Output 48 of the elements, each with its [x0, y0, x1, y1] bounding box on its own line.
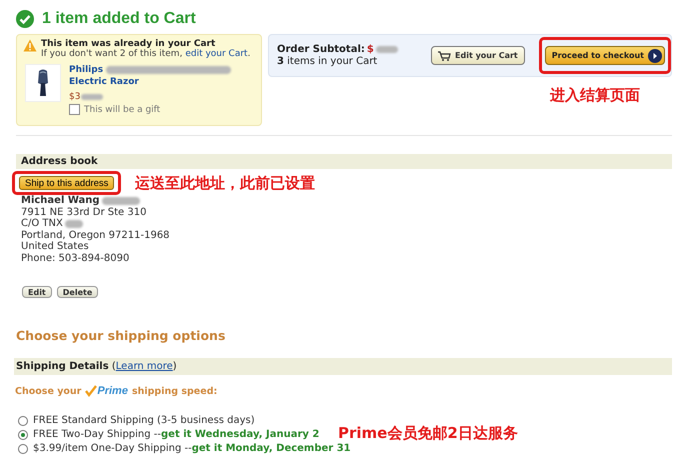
shipping-option-label: FREE Standard Shipping (3-5 business days) [33, 415, 255, 426]
prime-prompt: shipping speed: [132, 386, 218, 396]
edit-cart-link[interactable]: edit your Cart [185, 49, 248, 59]
product-price: $3 [69, 92, 80, 102]
notice-title: This item was already in your Cart [41, 39, 216, 49]
address-line: C/O TNX [21, 218, 63, 230]
address-book-header: Address book [16, 154, 672, 169]
address-line: 7911 NE 33rd Dr Ste 310 [21, 206, 146, 218]
annotation-text: 进入结算页面 [550, 86, 640, 105]
next-icon [648, 48, 662, 62]
notice-text: If you don't want 2 of this item, edit your Cart. [41, 49, 250, 59]
check-icon [16, 10, 34, 28]
cart-count: 3 items in your Cart [277, 56, 378, 68]
address-line: Phone: 503-894-8090 [21, 252, 130, 264]
shipping-option-label: $3.99/item One-Day Shipping --get it Monday, December 31 [33, 443, 351, 454]
blur-mark [81, 94, 104, 100]
address-action-button[interactable]: Delete [56, 286, 98, 298]
prime-logo: Prime [85, 385, 128, 397]
blur-mark [102, 196, 140, 205]
gift-checkbox[interactable] [69, 104, 80, 115]
annotation-text: 运送至此地址，此前已设置 [135, 174, 315, 193]
blur-mark [64, 220, 83, 228]
address-line: United States [21, 241, 89, 252]
shipping-radio[interactable] [18, 444, 28, 454]
blur-mark [376, 46, 398, 53]
shipping-options-heading: Choose your shipping options [16, 328, 226, 343]
address-name: Michael Wang [21, 195, 100, 206]
prime-prompt: Choose your [15, 386, 82, 396]
shipping-radio[interactable] [18, 416, 28, 426]
shipping-radio[interactable] [18, 430, 28, 440]
proceed-to-checkout-button[interactable]: Proceed to checkout [544, 46, 665, 65]
razor-thumbnail [25, 64, 61, 102]
product-name[interactable]: Philips [69, 64, 104, 76]
added-to-cart-title: 1 item added to Cart [42, 10, 196, 28]
address-action-button[interactable]: Edit [22, 286, 52, 298]
gift-label: This will be a gift [84, 104, 160, 114]
learn-more-link[interactable]: Learn more [116, 361, 173, 372]
product-name[interactable]: Electric Razor [69, 76, 232, 88]
shipping-details-label: Shipping Details (Learn more) [16, 361, 177, 372]
shipping-option-label: FREE Two-Day Shipping --get it Wednesday, January 2 [33, 429, 320, 440]
warning-icon [23, 39, 37, 52]
subtotal-label: Order Subtotal: [277, 44, 365, 56]
subtotal-amount: $ [366, 44, 374, 56]
cart-icon [438, 50, 452, 60]
annotation-text: Prime会员免邮2日达服务 [338, 424, 518, 443]
address-line: Portland, Oregon 97211-1968 [21, 230, 170, 241]
ship-to-address-button[interactable]: Ship to this address [19, 176, 114, 190]
edit-cart-button[interactable]: Edit your Cart [431, 46, 525, 65]
